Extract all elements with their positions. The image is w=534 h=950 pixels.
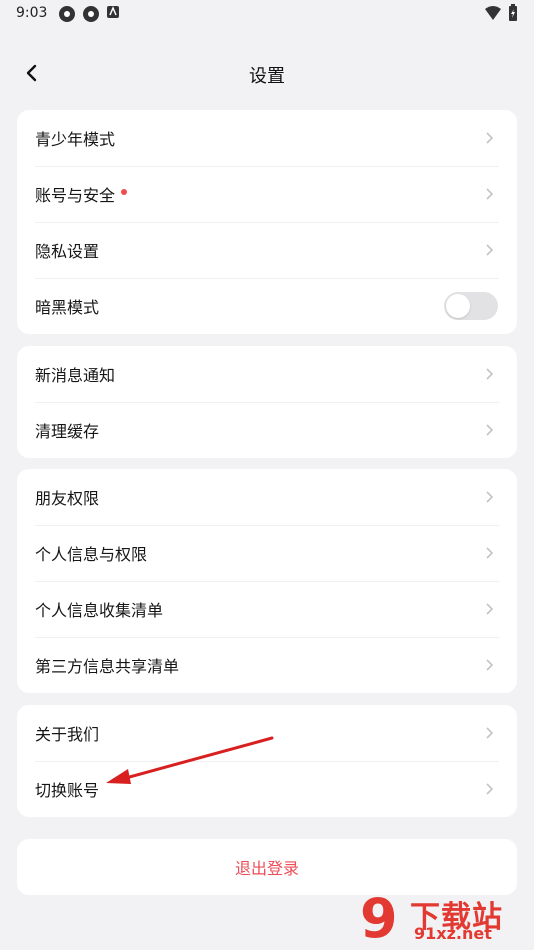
settings-item-teen-mode[interactable]: 青少年模式 xyxy=(17,110,517,166)
settings-item-label: 朋友权限 xyxy=(35,489,100,508)
settings-group-permissions: 朋友权限 个人信息与权限 个人信息收集清单 第三方信息共享清单 xyxy=(17,469,517,693)
settings-item-label: 切换账号 xyxy=(35,781,100,800)
settings-item-label: 新消息通知 xyxy=(35,366,116,385)
settings-item-label: 个人信息与权限 xyxy=(35,545,148,564)
settings-item-personal-info-collection-list[interactable]: 个人信息收集清单 xyxy=(17,581,517,637)
chevron-right-icon xyxy=(486,491,494,503)
settings-group-about: 关于我们 切换账号 xyxy=(17,705,517,817)
watermark-url: 91xz.net xyxy=(414,924,492,943)
page-title: 设置 xyxy=(249,66,285,87)
dark-mode-toggle[interactable] xyxy=(444,292,498,320)
chevron-right-icon xyxy=(486,424,494,436)
settings-item-label: 青少年模式 xyxy=(35,130,116,149)
chevron-right-icon xyxy=(486,132,494,144)
settings-item-switch-account[interactable]: 切换账号 xyxy=(17,761,517,817)
keyboard-icon xyxy=(107,6,119,18)
chevron-right-icon xyxy=(486,188,494,200)
top-nav-bar: 设置 xyxy=(0,50,534,96)
chevron-right-icon xyxy=(486,783,494,795)
settings-group-general: 青少年模式 账号与安全 隐私设置 暗黑模式 xyxy=(17,110,517,334)
settings-item-label: 关于我们 xyxy=(35,725,100,744)
battery-icon xyxy=(509,4,517,21)
settings-item-dark-mode: 暗黑模式 xyxy=(17,278,517,334)
chevron-right-icon xyxy=(486,727,494,739)
settings-item-label: 个人信息收集清单 xyxy=(35,601,164,620)
logout-label: 退出登录 xyxy=(234,859,299,878)
settings-item-account-security[interactable]: 账号与安全 xyxy=(17,166,517,222)
settings-item-label: 账号与安全 xyxy=(35,186,116,205)
site-watermark: 9 下载站 91xz.net xyxy=(360,890,530,948)
settings-item-about-us[interactable]: 关于我们 xyxy=(17,705,517,761)
watermark-logo-mark: 9 xyxy=(360,887,398,950)
chevron-right-icon xyxy=(486,244,494,256)
settings-item-clear-cache[interactable]: 清理缓存 xyxy=(17,402,517,458)
settings-group-notifications: 新消息通知 清理缓存 xyxy=(17,346,517,458)
app-notification-icon xyxy=(83,6,99,22)
chevron-right-icon xyxy=(486,659,494,671)
app-notification-icon xyxy=(59,6,75,22)
chevron-right-icon xyxy=(486,603,494,615)
settings-item-label: 第三方信息共享清单 xyxy=(35,657,180,676)
status-time: 9:03 xyxy=(16,5,48,21)
settings-item-personal-info-permissions[interactable]: 个人信息与权限 xyxy=(17,525,517,581)
wifi-icon xyxy=(485,6,501,20)
settings-item-label: 隐私设置 xyxy=(35,242,100,261)
chevron-right-icon xyxy=(486,547,494,559)
notification-dot-badge xyxy=(121,189,128,195)
toggle-knob xyxy=(446,294,470,318)
settings-item-friend-permissions[interactable]: 朋友权限 xyxy=(17,469,517,525)
logout-button[interactable]: 退出登录 xyxy=(17,839,517,895)
settings-item-third-party-sharing-list[interactable]: 第三方信息共享清单 xyxy=(17,637,517,693)
settings-item-label: 暗黑模式 xyxy=(35,298,100,317)
settings-item-new-message-notifications[interactable]: 新消息通知 xyxy=(17,346,517,402)
status-system-icons xyxy=(484,4,518,22)
chevron-right-icon xyxy=(486,368,494,380)
status-notification-icons xyxy=(58,5,120,23)
status-bar: 9:03 xyxy=(0,0,534,30)
settings-item-privacy[interactable]: 隐私设置 xyxy=(17,222,517,278)
settings-item-label: 清理缓存 xyxy=(35,422,100,441)
